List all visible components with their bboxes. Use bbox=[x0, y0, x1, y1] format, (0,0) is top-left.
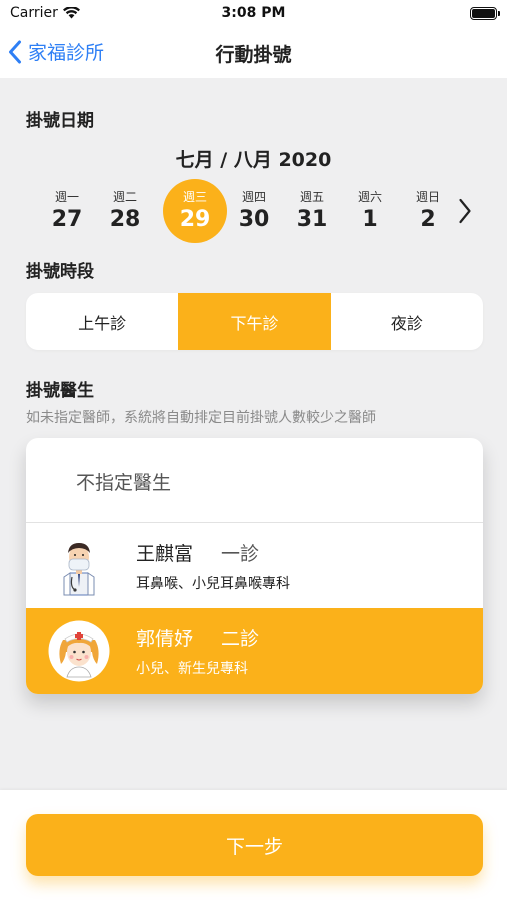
next-step-button[interactable]: 下一步 bbox=[26, 814, 483, 876]
doctor-row[interactable]: 王麒富 一診 耳鼻喉、小兒耳鼻喉專科 bbox=[26, 523, 483, 609]
day-weekday: 週三 bbox=[182, 190, 207, 204]
day-picker: 週一 27 週二 28 週三 29 週四 30 週五 31 週六 1 週日 2 bbox=[36, 178, 456, 244]
doctor-name-line: 王麒富 一診 bbox=[136, 539, 259, 566]
day-number: 28 bbox=[109, 207, 141, 232]
doctor-room: 二診 bbox=[221, 628, 260, 650]
status-time: 3:08 PM bbox=[221, 5, 286, 21]
day-item[interactable]: 週六 1 bbox=[339, 178, 401, 244]
month-title: 七月 / 八月 2020 bbox=[175, 149, 332, 171]
doctor-row-selected[interactable]: 郭倩妤 二診 小兒、新生兒專科 bbox=[26, 608, 483, 694]
day-weekday: 週六 bbox=[357, 190, 382, 204]
navigation-bar: 家福診所 行動掛號 bbox=[0, 28, 507, 78]
day-item[interactable]: 週二 28 bbox=[94, 178, 156, 244]
doctor-name-line: 郭倩妤 二診 bbox=[136, 624, 259, 651]
day-number: 30 bbox=[238, 207, 270, 232]
session-option-morning[interactable]: 上午診 bbox=[26, 293, 178, 350]
doctor-list: 不指定醫生 王麒富 一診 耳鼻喉、小兒耳鼻喉專科 郭倩妤 二診 小兒、新生兒專科 bbox=[26, 438, 483, 694]
doctor-section-label: 掛號醫生 bbox=[26, 381, 94, 401]
date-section-label: 掛號日期 bbox=[26, 111, 94, 131]
doctor-specialty: 小兒、新生兒專科 bbox=[136, 661, 248, 677]
session-section-label: 掛號時段 bbox=[26, 262, 94, 282]
day-item[interactable]: 週日 2 bbox=[397, 178, 459, 244]
female-nurse-avatar bbox=[48, 620, 110, 682]
session-option-night[interactable]: 夜診 bbox=[331, 293, 483, 350]
day-number: 2 bbox=[420, 207, 436, 232]
day-item[interactable]: 週一 27 bbox=[36, 178, 98, 244]
doctor-name: 王麒富 bbox=[136, 543, 194, 565]
page-title: 行動掛號 bbox=[215, 44, 292, 66]
day-item[interactable]: 週五 31 bbox=[281, 178, 343, 244]
doctor-hint-text: 如未指定醫師，系統將自動排定目前掛號人數較少之醫師 bbox=[26, 410, 376, 426]
status-bar: Carrier 3:08 PM bbox=[0, 0, 507, 28]
session-option-afternoon[interactable]: 下午診 bbox=[178, 293, 331, 350]
day-item-selected[interactable]: 週三 29 bbox=[163, 178, 227, 244]
day-weekday: 週一 bbox=[54, 190, 79, 204]
day-weekday: 週日 bbox=[415, 190, 440, 204]
no-doctor-option[interactable]: 不指定醫生 bbox=[26, 438, 483, 522]
day-number: 31 bbox=[296, 207, 328, 232]
no-doctor-label: 不指定醫生 bbox=[76, 472, 172, 494]
day-number: 1 bbox=[362, 207, 378, 232]
day-weekday: 週五 bbox=[299, 190, 324, 204]
doctor-room: 一診 bbox=[221, 543, 260, 565]
day-weekday: 週二 bbox=[112, 190, 137, 204]
day-number: 27 bbox=[51, 207, 83, 232]
male-doctor-avatar bbox=[63, 543, 95, 596]
doctor-specialty: 耳鼻喉、小兒耳鼻喉專科 bbox=[136, 576, 290, 592]
day-item[interactable]: 週四 30 bbox=[223, 178, 285, 244]
doctor-name: 郭倩妤 bbox=[136, 628, 194, 650]
chevron-right-icon[interactable] bbox=[458, 198, 472, 224]
day-number: 29 bbox=[179, 207, 211, 232]
battery-icon bbox=[470, 7, 500, 20]
session-segmented-control: 上午診 下午診 夜診 bbox=[26, 293, 483, 350]
day-weekday: 週四 bbox=[241, 190, 266, 204]
